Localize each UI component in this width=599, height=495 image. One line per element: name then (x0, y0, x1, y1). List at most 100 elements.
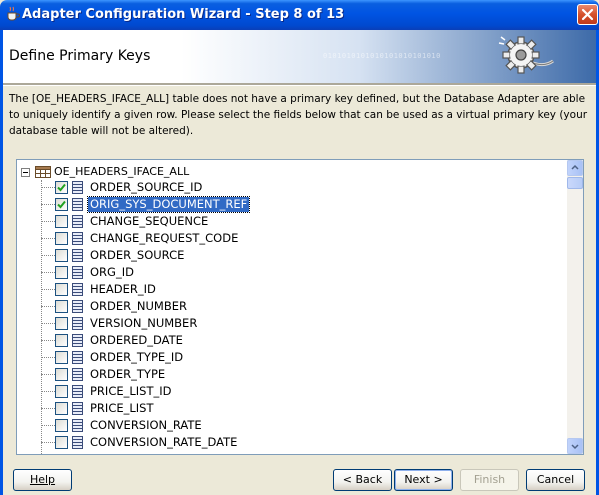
column-icon (72, 385, 83, 398)
column-label: ORDER_SOURCE_ID (90, 180, 203, 194)
window-border-left (0, 30, 3, 495)
scroll-thumb[interactable] (567, 177, 583, 189)
column-row[interactable]: ORIG_SYS_DOCUMENT_REF (17, 196, 567, 213)
column-row[interactable]: ORG_ID (17, 264, 567, 281)
column-checkbox[interactable] (55, 300, 68, 313)
tree-root-label: OE_HEADERS_IFACE_ALL (54, 165, 190, 178)
checkmark-icon (57, 183, 66, 192)
column-checkbox[interactable] (55, 198, 68, 211)
column-row[interactable]: CONVERSION_RATE_DATE (17, 434, 567, 451)
column-checkbox[interactable] (55, 249, 68, 262)
column-row[interactable]: VERSION_NUMBER (17, 315, 567, 332)
scroll-up-button[interactable] (567, 160, 583, 176)
window-title: Adapter Configuration Wizard - Step 8 of… (22, 7, 345, 22)
column-label: CONVERSION_RATE (90, 418, 202, 432)
chevron-up-icon (571, 164, 579, 170)
tree-branch-line (41, 340, 55, 341)
column-checkbox[interactable] (55, 419, 68, 432)
cancel-button-label: Cancel (536, 473, 575, 486)
close-icon (581, 8, 594, 21)
column-checkbox[interactable] (55, 232, 68, 245)
column-icon (72, 215, 83, 228)
column-checkbox[interactable] (55, 181, 68, 194)
back-button-label: < Back (342, 473, 383, 486)
column-label: PRICE_LIST_ID (90, 384, 172, 398)
column-checkbox[interactable] (55, 283, 68, 296)
column-checkbox[interactable] (55, 368, 68, 381)
column-icon (72, 334, 83, 347)
page-title: Define Primary Keys (9, 48, 151, 64)
table-icon (35, 166, 51, 178)
help-button-label: Help (29, 473, 56, 486)
column-checkbox[interactable] (55, 317, 68, 330)
column-row[interactable]: HEADER_ID (17, 281, 567, 298)
description-text: The [OE_HEADERS_IFACE_ALL] table does no… (9, 93, 588, 137)
column-icon (72, 419, 83, 432)
column-row[interactable]: ORDER_SOURCE_ID (17, 179, 567, 196)
column-checkbox[interactable] (55, 334, 68, 347)
column-icon (72, 368, 83, 381)
column-checkbox[interactable] (55, 385, 68, 398)
tree-branch-line (41, 391, 55, 392)
column-row[interactable]: ORDER_SOURCE (17, 247, 567, 264)
column-label: ORG_ID (90, 265, 134, 279)
tree-branch-line (41, 442, 55, 443)
column-label: PRICE_LIST (90, 401, 154, 415)
column-checkbox[interactable] (55, 351, 68, 364)
tree-branch-line (41, 221, 55, 222)
column-row[interactable]: CHANGE_SEQUENCE (17, 213, 567, 230)
coffee-cup-icon (7, 6, 20, 21)
scroll-down-button[interactable] (567, 438, 583, 454)
column-icon (72, 317, 83, 330)
column-label: CONVERSION_RATE_DATE (90, 435, 238, 449)
column-row[interactable]: PRICE_LIST (17, 400, 567, 417)
column-checkbox[interactable] (55, 436, 68, 449)
column-row[interactable]: ORDER_NUMBER (17, 298, 567, 315)
cancel-button[interactable]: Cancel (526, 469, 585, 491)
next-button[interactable]: Next > (394, 469, 453, 491)
vertical-scrollbar[interactable] (567, 160, 583, 454)
column-label: ORDERED_DATE (90, 333, 183, 347)
primary-key-tree[interactable]: OE_HEADERS_IFACE_ALL ORDER_SOURCE_ID ORIG… (16, 159, 584, 455)
column-label: CHANGE_REQUEST_CODE (90, 231, 239, 245)
title-bar[interactable]: Adapter Configuration Wizard - Step 8 of… (0, 0, 599, 30)
finish-button-label: Finish (473, 473, 506, 486)
close-button[interactable] (577, 4, 598, 25)
checkmark-icon (57, 200, 66, 209)
column-checkbox[interactable] (55, 402, 68, 415)
column-icon (72, 283, 83, 296)
column-row[interactable]: CHANGE_REQUEST_CODE (17, 230, 567, 247)
column-row[interactable]: ORDER_TYPE (17, 366, 567, 383)
tree-branch-line (41, 306, 55, 307)
column-checkbox[interactable] (55, 266, 68, 279)
column-label: HEADER_ID (90, 282, 156, 296)
wizard-header: Define Primary Keys 01010101010101010101… (3, 30, 596, 83)
chevron-down-icon (571, 444, 579, 450)
collapse-toggle-icon[interactable] (21, 168, 30, 177)
help-button[interactable]: Help (13, 469, 72, 491)
tree-branch-line (41, 272, 55, 273)
back-button[interactable]: < Back (333, 469, 392, 491)
binary-decoration: 0101010101010101010101010 (323, 52, 441, 60)
column-list: ORDER_SOURCE_ID ORIG_SYS_DOCUMENT_REF CHAN… (17, 179, 567, 451)
column-label: VERSION_NUMBER (90, 316, 198, 330)
column-icon (72, 402, 83, 415)
tree-branch-line (41, 374, 55, 375)
column-label: CHANGE_SEQUENCE (90, 214, 209, 228)
tree-branch-line (41, 408, 55, 409)
column-row[interactable]: ORDER_TYPE_ID (17, 349, 567, 366)
column-icon (72, 351, 83, 364)
column-label: ORIG_SYS_DOCUMENT_REF (86, 196, 251, 213)
column-icon (72, 266, 83, 279)
tree-branch-line (41, 204, 55, 205)
column-row[interactable]: CONVERSION_RATE (17, 417, 567, 434)
column-icon (72, 181, 83, 194)
finish-button[interactable]: Finish (460, 469, 519, 491)
column-label: ORDER_NUMBER (90, 299, 187, 313)
column-checkbox[interactable] (55, 215, 68, 228)
column-label: ORDER_TYPE (90, 367, 166, 381)
column-row[interactable]: ORDERED_DATE (17, 332, 567, 349)
column-row[interactable]: PRICE_LIST_ID (17, 383, 567, 400)
tree-branch-line (41, 425, 55, 426)
gear-icon (498, 36, 554, 74)
